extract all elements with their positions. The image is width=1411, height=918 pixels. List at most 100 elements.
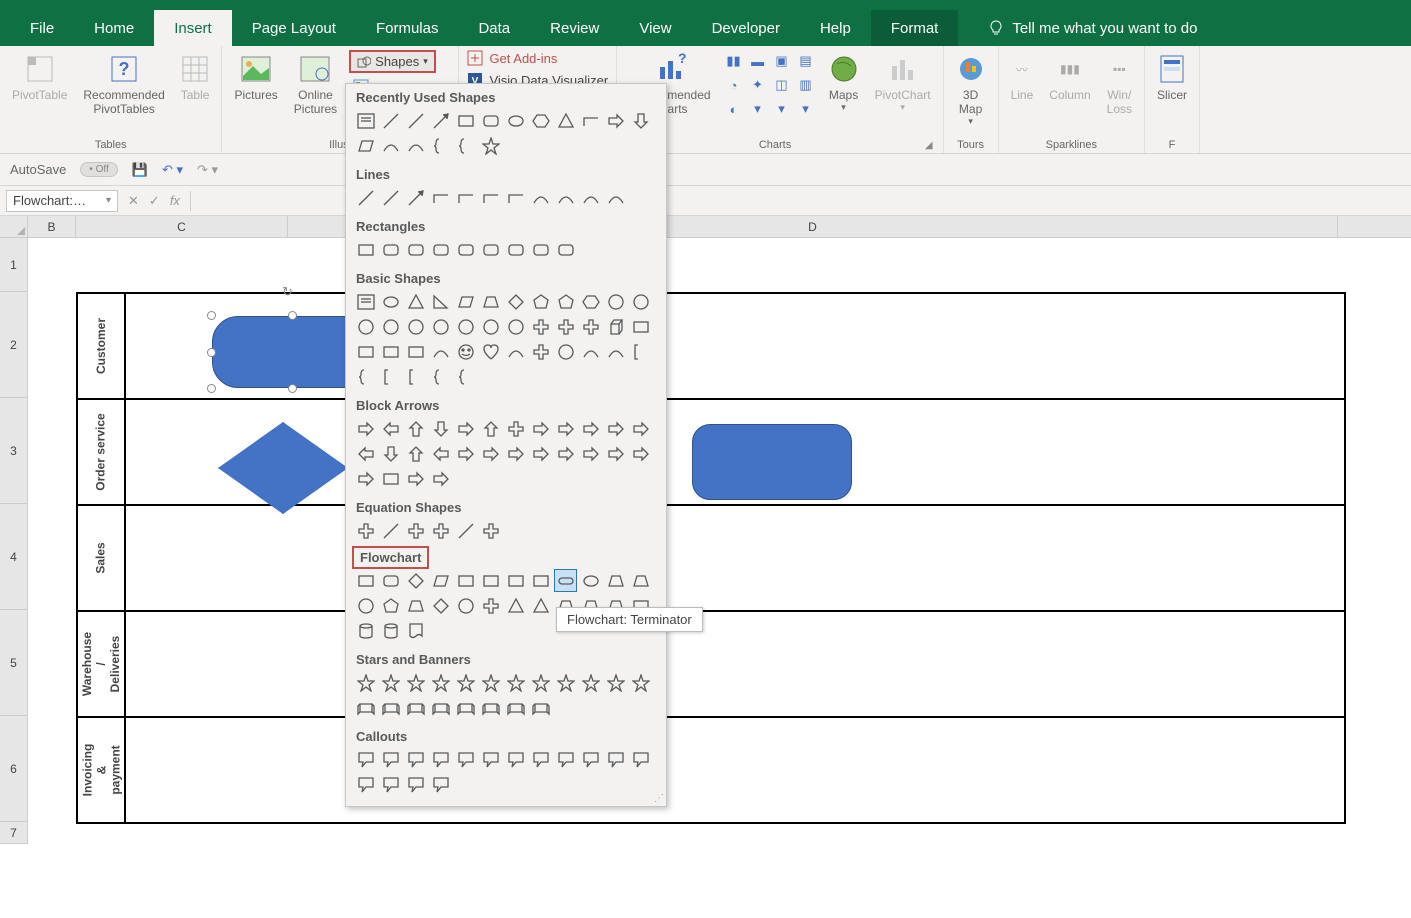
shape-arrU5[interactable] bbox=[479, 417, 502, 440]
autosave-toggle[interactable]: • Off bbox=[80, 162, 117, 177]
rotate-handle-icon[interactable]: ↻ bbox=[282, 284, 293, 300]
shape-curve30[interactable] bbox=[504, 340, 527, 363]
shape-line2[interactable] bbox=[404, 109, 427, 132]
shape-plus6[interactable] bbox=[504, 417, 527, 440]
btn-get-addins[interactable]: Get Add-ins bbox=[467, 50, 608, 66]
shape-dia2[interactable] bbox=[404, 569, 427, 592]
shape-banner13[interactable] bbox=[379, 696, 402, 719]
shape-arrR18[interactable] bbox=[504, 442, 527, 465]
resize-handle[interactable] bbox=[207, 311, 216, 320]
shape-curve14[interactable] bbox=[404, 134, 427, 157]
shape-plus5[interactable] bbox=[479, 519, 502, 542]
shape-line1[interactable] bbox=[379, 109, 402, 132]
shape-roundrect4[interactable] bbox=[454, 238, 477, 261]
shape-curly36[interactable] bbox=[354, 365, 377, 388]
shape-banner18[interactable] bbox=[504, 696, 527, 719]
btn-maps[interactable]: Maps▾ bbox=[825, 50, 863, 115]
shape-star17[interactable] bbox=[479, 134, 502, 157]
shape-cube22[interactable] bbox=[604, 315, 627, 338]
shape-brkt37[interactable] bbox=[379, 365, 402, 388]
shape-banner15[interactable] bbox=[429, 696, 452, 719]
shape-para12[interactable] bbox=[354, 134, 377, 157]
shape-curve9[interactable] bbox=[579, 186, 602, 209]
select-all-triangle[interactable] bbox=[0, 216, 28, 237]
tab-view[interactable]: View bbox=[619, 10, 691, 46]
tab-review[interactable]: Review bbox=[530, 10, 619, 46]
shape-doc26[interactable] bbox=[404, 619, 427, 642]
undo-button[interactable]: ↶ ▾ bbox=[162, 162, 183, 178]
shape-banner14[interactable] bbox=[404, 696, 427, 719]
shape-roundrect3[interactable] bbox=[429, 238, 452, 261]
shape-smile28[interactable] bbox=[454, 340, 477, 363]
shape-callout7[interactable] bbox=[529, 748, 552, 771]
shape-arrowline2[interactable] bbox=[404, 186, 427, 209]
shape-roundrect8[interactable] bbox=[554, 238, 577, 261]
shape-callout6[interactable] bbox=[504, 748, 527, 771]
shape-curly16[interactable] bbox=[454, 134, 477, 157]
shape-arrR22[interactable] bbox=[604, 442, 627, 465]
shape-arrU2[interactable] bbox=[404, 417, 427, 440]
tab-formulas[interactable]: Formulas bbox=[356, 10, 459, 46]
shape-callout14[interactable] bbox=[404, 773, 427, 796]
shape-heart29[interactable] bbox=[479, 340, 502, 363]
tab-home[interactable]: Home bbox=[74, 10, 154, 46]
shape-star0[interactable] bbox=[354, 671, 377, 694]
shape-circ10[interactable] bbox=[604, 290, 627, 313]
shape-rect24[interactable] bbox=[354, 340, 377, 363]
row-header-6[interactable]: 6 bbox=[0, 716, 27, 822]
resize-grip-icon[interactable]: ⋰ bbox=[654, 793, 662, 804]
shape-arrR21[interactable] bbox=[579, 442, 602, 465]
shape-curve34[interactable] bbox=[604, 340, 627, 363]
chart-column-icon[interactable]: ▮▮ bbox=[723, 50, 745, 72]
shape-trap11[interactable] bbox=[629, 569, 652, 592]
shape-rect6[interactable] bbox=[504, 569, 527, 592]
shape-roundrect2[interactable] bbox=[404, 238, 427, 261]
shape-arrR17[interactable] bbox=[479, 442, 502, 465]
shape-ellipse9[interactable] bbox=[579, 569, 602, 592]
shape-callout2[interactable] bbox=[404, 748, 427, 771]
shape-plus0[interactable] bbox=[354, 519, 377, 542]
shape-circ14[interactable] bbox=[404, 315, 427, 338]
chart-type-grid[interactable]: ▮▮▬▣▤ ◔✦◫▥ ◐▾▾▾ bbox=[723, 50, 817, 120]
shape-plus21[interactable] bbox=[579, 315, 602, 338]
shape-curly39[interactable] bbox=[429, 365, 452, 388]
resize-handle[interactable] bbox=[288, 311, 297, 320]
shape-txt0[interactable] bbox=[354, 109, 377, 132]
shape-arrL12[interactable] bbox=[354, 442, 377, 465]
btn-shapes-dropdown[interactable]: Shapes▾ bbox=[349, 50, 436, 73]
shape-callout3[interactable] bbox=[429, 748, 452, 771]
shape-circ13[interactable] bbox=[379, 315, 402, 338]
shape-callout0[interactable] bbox=[354, 748, 377, 771]
shape-star4[interactable] bbox=[454, 671, 477, 694]
shape-para4[interactable] bbox=[454, 290, 477, 313]
btn-slicer[interactable]: Slicer bbox=[1153, 50, 1191, 104]
shape-trap14[interactable] bbox=[404, 594, 427, 617]
col-header-b[interactable]: B bbox=[28, 216, 76, 237]
shape-arrR27[interactable] bbox=[429, 467, 452, 490]
shape-hex9[interactable] bbox=[579, 290, 602, 313]
shape-brkt35[interactable] bbox=[629, 340, 652, 363]
btn-online-pictures[interactable]: Online Pictures bbox=[290, 50, 341, 118]
shape-circ16[interactable] bbox=[454, 594, 477, 617]
shape-pent8[interactable] bbox=[554, 290, 577, 313]
save-button[interactable]: 💾 bbox=[132, 162, 148, 178]
col-header-c[interactable]: C bbox=[76, 216, 288, 237]
shape-ellipse1[interactable] bbox=[379, 290, 402, 313]
shape-cyl24[interactable] bbox=[354, 619, 377, 642]
shape-callout4[interactable] bbox=[454, 748, 477, 771]
resize-handle[interactable] bbox=[207, 384, 216, 393]
rounded-rect-shape[interactable] bbox=[692, 424, 852, 500]
shape-txt0[interactable] bbox=[354, 290, 377, 313]
shape-elbow6[interactable] bbox=[504, 186, 527, 209]
row-header-5[interactable]: 5 bbox=[0, 610, 27, 716]
shape-callout8[interactable] bbox=[554, 748, 577, 771]
shape-tri2[interactable] bbox=[404, 290, 427, 313]
shape-star2[interactable] bbox=[404, 671, 427, 694]
shape-arrL1[interactable] bbox=[379, 417, 402, 440]
shape-rect5[interactable] bbox=[479, 569, 502, 592]
shape-banner16[interactable] bbox=[454, 696, 477, 719]
shape-circ12[interactable] bbox=[354, 315, 377, 338]
btn-3d-map[interactable]: 3D Map▾ bbox=[952, 50, 990, 129]
shape-callout13[interactable] bbox=[379, 773, 402, 796]
btn-spark-winloss[interactable]: ▪▪▪Win/ Loss bbox=[1103, 50, 1136, 118]
